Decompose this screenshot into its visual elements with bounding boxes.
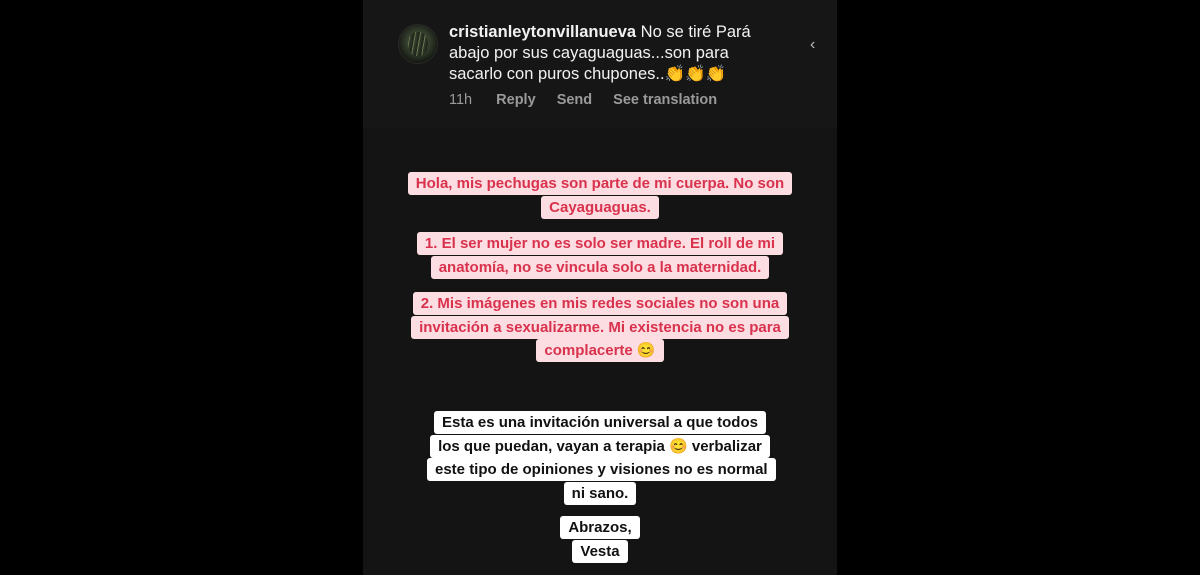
reply-button[interactable]: Reply xyxy=(496,92,536,108)
white-text-block-2: Abrazos, Vesta xyxy=(363,516,837,563)
comment-time: 11h xyxy=(449,92,473,108)
white-text-2: Abrazos, Vesta xyxy=(560,516,640,563)
comment-username[interactable]: cristianleytonvillanueva xyxy=(449,23,636,41)
pink-text-block-2: 1. El ser mujer no es solo ser madre. El… xyxy=(363,232,837,279)
avatar-image xyxy=(408,32,428,56)
white-text-1: Esta es una invitación universal a que t… xyxy=(427,411,776,505)
pink-text-block-3: 2. Mis imágenes en mis redes sociales no… xyxy=(363,292,837,363)
pink-text-3: 2. Mis imágenes en mis redes sociales no… xyxy=(411,292,789,362)
send-button[interactable]: Send xyxy=(557,92,592,108)
comment-body: cristianleytonvillanueva No se tiré Pará… xyxy=(449,22,779,85)
user-avatar[interactable] xyxy=(399,25,437,63)
see-translation-button[interactable]: See translation xyxy=(613,92,717,108)
pink-text-block-1: Hola, mis pechugas son parte de mi cuerp… xyxy=(363,172,837,219)
pink-text-1: Hola, mis pechugas son parte de mi cuerp… xyxy=(407,172,793,219)
story-canvas: cristianleytonvillanueva No se tiré Pará… xyxy=(363,0,837,575)
white-text-block-1: Esta es una invitación universal a que t… xyxy=(363,411,837,505)
comment-meta: 11h Reply Send See translation xyxy=(449,92,734,108)
chevron-left-icon[interactable]: ‹ xyxy=(810,36,815,54)
comment-card: cristianleytonvillanueva No se tiré Pará… xyxy=(363,0,837,128)
pink-text-2: 1. El ser mujer no es solo ser madre. El… xyxy=(416,232,784,279)
